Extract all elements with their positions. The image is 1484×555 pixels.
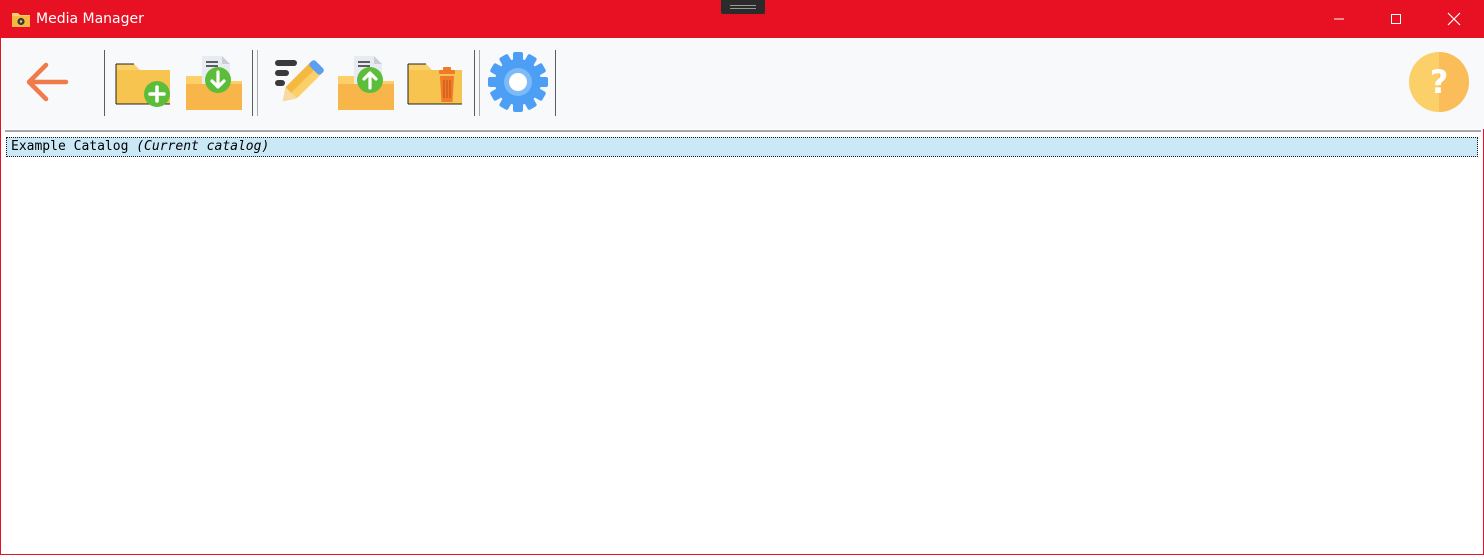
new-catalog-button[interactable] [113,46,175,118]
close-button[interactable] [1425,0,1483,38]
drag-handle[interactable] [721,0,765,14]
catalog-list[interactable]: Example Catalog (Current catalog) [4,134,1482,552]
current-catalog-note: (Current catalog) [136,139,270,154]
maximize-button[interactable] [1367,0,1425,38]
window-title: Media Manager [36,11,144,27]
delete-catalog-button[interactable] [405,46,467,118]
help-icon: ? [1408,51,1470,113]
toolbar: ? [2,38,1484,129]
help-symbol: ? [1430,63,1449,101]
catalog-list-item[interactable]: Example Catalog (Current catalog) [6,137,1478,157]
catalog-name: Example Catalog [11,139,129,154]
maximize-icon [1390,13,1402,25]
gear-icon [487,51,549,113]
list-divider [5,130,1481,132]
toolbar-separator [555,50,556,116]
minimize-icon [1333,13,1345,25]
minimize-button[interactable] [1310,0,1368,38]
rename-catalog-button[interactable] [265,46,327,118]
title-bar[interactable]: Media Manager [1,0,1484,38]
folder-export-icon [336,50,396,114]
app-window: Media Manager ? Example Catalog (Current… [0,0,1484,555]
toolbar-separator [257,50,258,116]
toolbar-separator [474,50,475,116]
folder-add-icon [114,56,174,108]
folder-media-icon [11,10,31,28]
toolbar-separator [479,50,480,116]
export-catalog-button[interactable] [335,46,397,118]
close-icon [1447,12,1461,26]
arrow-left-icon [22,57,72,107]
toolbar-separator [252,50,253,116]
folder-delete-icon [406,56,466,108]
back-button[interactable] [16,46,78,118]
settings-button[interactable] [487,46,549,118]
toolbar-separator [104,50,105,116]
folder-import-icon [184,50,244,114]
import-catalog-button[interactable] [183,46,245,118]
help-button[interactable]: ? [1408,46,1470,118]
edit-pencil-icon [267,53,325,111]
